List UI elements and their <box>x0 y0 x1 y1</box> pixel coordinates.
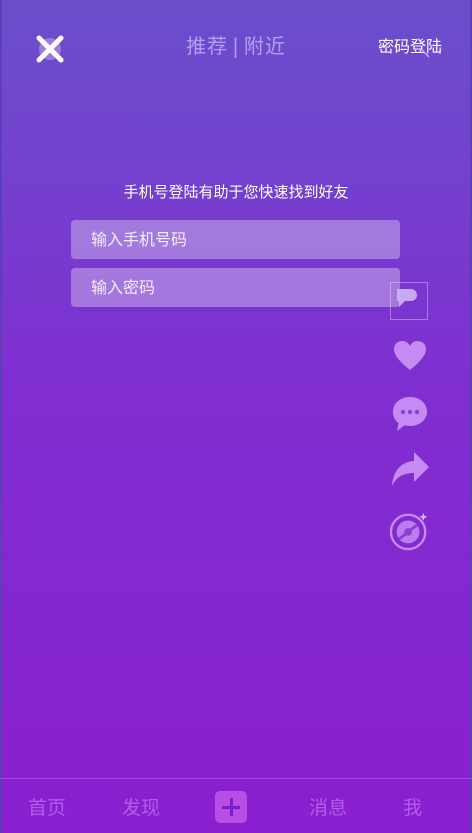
nav-messages[interactable]: 消息 <box>309 793 347 820</box>
nav-me[interactable]: 我 <box>403 793 422 820</box>
share-button[interactable] <box>390 450 430 488</box>
tab-separator: | <box>232 34 240 58</box>
tab-nearby[interactable]: 附近 <box>244 30 286 59</box>
bottom-nav: 首页 发现 消息 我 <box>0 778 472 833</box>
share-icon <box>392 452 429 486</box>
like-button[interactable] <box>390 340 430 372</box>
avatar[interactable] <box>390 282 428 320</box>
phone-input[interactable] <box>71 220 400 259</box>
comment-button[interactable] <box>390 395 430 433</box>
login-tip: 手机号登陆有助于您快速找到好友 <box>123 183 349 201</box>
music-disc-button[interactable] <box>390 510 430 552</box>
password-login-button[interactable]: 密码登陆 <box>378 33 442 57</box>
search-icon <box>421 49 430 58</box>
nav-home[interactable]: 首页 <box>28 793 66 820</box>
tab-recommend[interactable]: 推荐 <box>186 30 228 59</box>
heart-icon <box>394 341 426 370</box>
avatar-icon <box>397 289 417 307</box>
music-disc-icon <box>390 512 428 551</box>
nav-discover[interactable]: 发现 <box>122 793 160 820</box>
comment-icon <box>393 397 427 431</box>
password-input[interactable] <box>71 268 400 307</box>
add-button[interactable] <box>215 791 247 823</box>
